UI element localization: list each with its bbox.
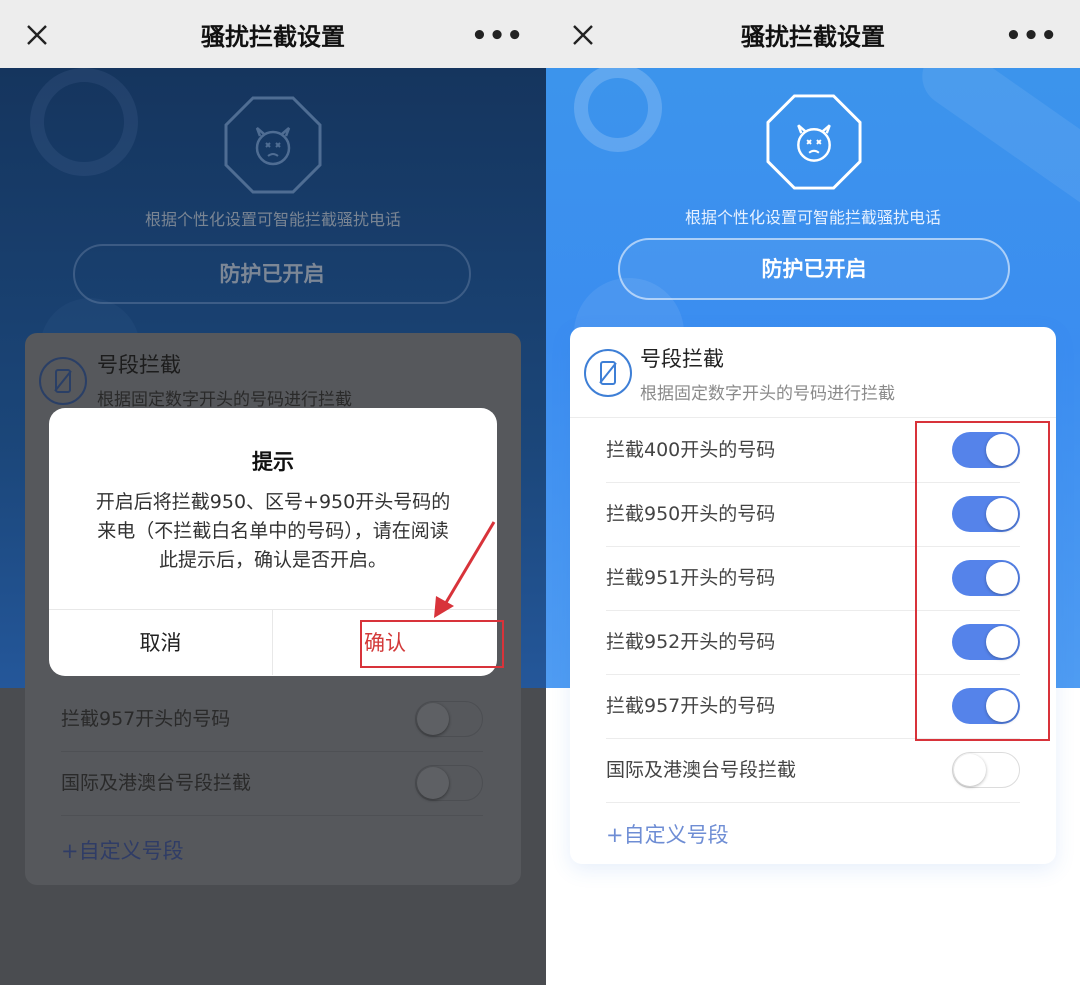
hero-description: 根据个性化设置可智能拦截骚扰电话: [144, 210, 401, 229]
page-title: 骚扰拦截设置: [741, 23, 885, 51]
custom-segment-link[interactable]: +自定义号段: [61, 835, 184, 865]
toggle-knob: [954, 754, 986, 786]
more-icon[interactable]: •••: [1005, 23, 1058, 49]
right-screen: 根据个性化设置可智能拦截骚扰电话 防护已开启 号段拦截 根据固定数字开头的号码进…: [546, 0, 1080, 985]
card-title: 号段拦截: [640, 347, 724, 371]
dialog-line: 此提示后，确认是否开启。: [158, 549, 387, 571]
toggle-switch[interactable]: [415, 765, 483, 801]
protect-status-button[interactable]: 防护已开启: [618, 238, 1010, 300]
octagon-face-icon: [766, 94, 862, 190]
decor-bubble: [574, 64, 662, 152]
row-label: 拦截957开头的号码: [606, 695, 776, 717]
toggle-switch[interactable]: [415, 701, 483, 737]
row-label: 拦截952开头的号码: [606, 631, 776, 653]
dialog-message: 开启后将拦截950、区号+950开头号码的 来电（不拦截白名单中的号码），请在阅…: [79, 488, 467, 575]
list-row[interactable]: 国际及港澳台号段拦截: [61, 751, 483, 816]
list-row[interactable]: 拦截957开头的号码: [61, 687, 483, 752]
dialog-line: 来电（不拦截白名单中的号码），请在阅读: [97, 520, 449, 542]
row-label: 国际及港澳台号段拦截: [606, 759, 797, 781]
annotation-arrow-icon: [434, 521, 496, 618]
row-label: 国际及港澳台号段拦截: [61, 772, 252, 794]
top-navigation-bar: 骚扰拦截设置 •••: [546, 0, 1080, 68]
page-title: 骚扰拦截设置: [201, 23, 345, 51]
left-screen: 根据个性化设置可智能拦截骚扰电话 防护已开启 号段拦截 根据固定数字开头的号码进…: [0, 0, 546, 985]
protect-status-button[interactable]: 防护已开启: [73, 244, 471, 304]
dialog-line: 开启后将拦截950、区号+950开头号码的: [95, 491, 451, 513]
toggle-knob: [417, 767, 449, 799]
row-label: 拦截951开头的号码: [606, 567, 776, 589]
annotation-highlight-box: [360, 620, 504, 668]
cancel-button[interactable]: 取消: [49, 609, 273, 675]
row-label: 拦截950开头的号码: [606, 503, 776, 525]
decor-bubble: [30, 68, 138, 176]
octagon-face-icon: [224, 96, 322, 194]
dialog-title: 提示: [252, 450, 294, 474]
toggle-knob: [417, 703, 449, 735]
top-navigation-bar: 骚扰拦截设置 •••: [0, 0, 546, 68]
hero-description: 根据个性化设置可智能拦截骚扰电话: [684, 208, 941, 227]
row-label: 拦截400开头的号码: [606, 439, 776, 461]
phone-slash-icon: [39, 357, 87, 405]
card-title: 号段拦截: [97, 353, 181, 377]
card-subtitle: 根据固定数字开头的号码进行拦截: [97, 390, 352, 410]
card-subtitle: 根据固定数字开头的号码进行拦截: [640, 384, 895, 404]
more-icon[interactable]: •••: [471, 23, 524, 49]
toggle-switch[interactable]: [952, 752, 1020, 788]
list-row[interactable]: 国际及港澳台号段拦截: [606, 738, 1020, 803]
custom-segment-link[interactable]: +自定义号段: [606, 819, 729, 849]
annotation-highlight-box: [915, 421, 1050, 741]
phone-slash-icon: [584, 349, 632, 397]
row-label: 拦截957开头的号码: [61, 708, 231, 730]
